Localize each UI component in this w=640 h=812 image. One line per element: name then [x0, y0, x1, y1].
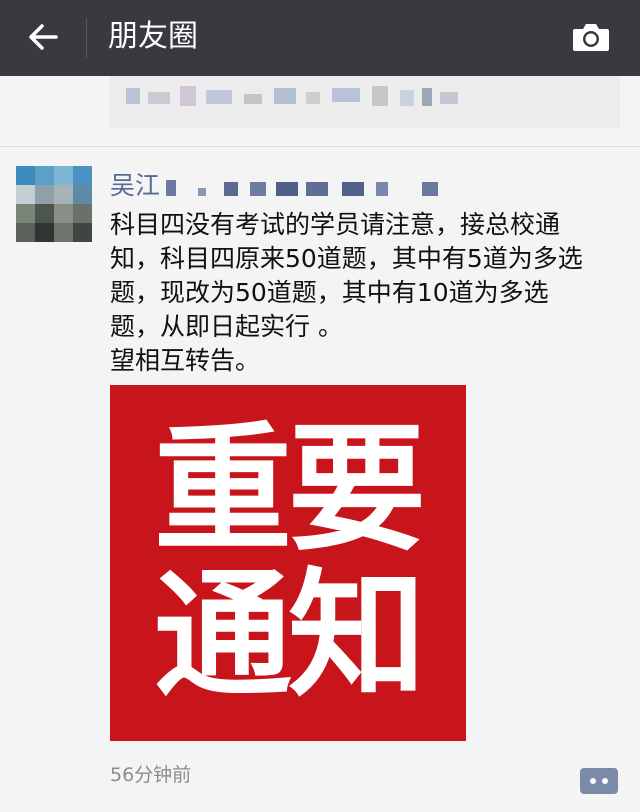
- post-text: 科目四没有考试的学员请注意，接总校通 知，科目四原来50道题，其中有5道为多选 …: [110, 208, 630, 378]
- top-bar: 朋友圈: [0, 0, 640, 76]
- post-text-line: 科目四没有考试的学员请注意，接总校通: [110, 210, 561, 239]
- post-separator: [0, 146, 640, 147]
- post-text-line: 题，现改为50道题，其中有10道为多选: [110, 278, 549, 307]
- avatar[interactable]: [16, 166, 92, 242]
- post-image[interactable]: 重要 通知: [110, 385, 466, 741]
- camera-icon: [573, 24, 609, 51]
- comment-button[interactable]: [580, 768, 618, 794]
- image-text-notice: 通知: [153, 555, 426, 716]
- header-divider: [86, 18, 87, 58]
- author-name[interactable]: 吴江: [110, 170, 160, 202]
- back-button[interactable]: [18, 14, 68, 60]
- blurred-author-suffix: [166, 178, 446, 198]
- post-timestamp: 56分钟前: [110, 764, 192, 786]
- back-arrow-icon: [29, 24, 58, 50]
- comment-icon: [590, 778, 596, 784]
- camera-button[interactable]: [566, 14, 616, 60]
- page-title: 朋友圈: [108, 19, 198, 54]
- image-text-important: 重要: [153, 409, 426, 570]
- post-text-line: 知，科目四原来50道题，其中有5道为多选: [110, 244, 583, 273]
- previous-post-link-preview[interactable]: [110, 76, 620, 128]
- post-text-line: 题，从即日起实行 。: [110, 312, 343, 341]
- post-text-line: 望相互转告。: [110, 346, 261, 375]
- comment-icon: [602, 778, 608, 784]
